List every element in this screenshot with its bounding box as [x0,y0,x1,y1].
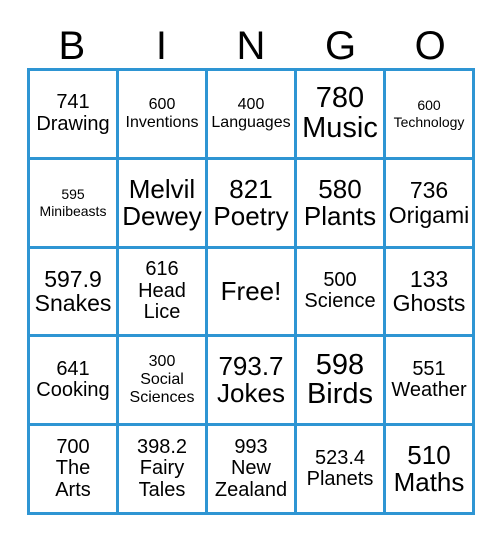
bingo-cell[interactable]: 600 Inventions [119,71,208,160]
bingo-cell-label: 597.9 Snakes [34,266,112,317]
bingo-cell[interactable]: 597.9 Snakes [30,248,119,338]
bingo-free-label: Free! [220,275,282,306]
bingo-cell[interactable]: Melvil Dewey [119,159,208,249]
bingo-cell-label: 523.4 Planets [306,446,374,491]
bingo-header-letter-b: B [58,24,86,68]
bingo-cell[interactable]: 400 Languages [208,71,297,160]
bingo-cell[interactable]: 641 Cooking [30,337,119,427]
bingo-cell[interactable]: 741 Drawing [30,71,119,160]
bingo-cell-label: 741 Drawing [36,91,110,135]
bingo-cell-label: 398.2 Fairy Tales [136,435,188,501]
bingo-cell[interactable]: 821 Poetry [208,159,297,249]
bingo-header-letter-n: N [236,24,266,68]
bingo-cell[interactable]: 580 Plants [297,159,386,249]
bingo-cell-label: 551 Weather [391,357,467,402]
bingo-cell[interactable]: 595 Minibeasts [30,159,119,249]
bingo-cell[interactable]: 600 Technology [386,71,475,160]
bingo-cell[interactable]: 700 The Arts [30,426,119,515]
bingo-cell-label: 580 Plants [303,173,377,231]
bingo-cell-label: 500 Science [304,268,376,313]
bingo-cell-label: 700 The Arts [55,435,91,501]
bingo-cell[interactable]: 736 Origami [386,159,475,249]
bingo-cell-label: 400 Languages [211,95,291,131]
bingo-cell[interactable]: 551 Weather [386,337,475,427]
bingo-free-cell[interactable]: Free! [208,248,297,338]
bingo-cell[interactable]: 398.2 Fairy Tales [119,426,208,515]
bingo-cell[interactable]: 510 Maths [386,426,475,515]
bingo-cell-label: 600 Technology [393,97,465,130]
bingo-cell-label: 600 Inventions [125,95,199,131]
bingo-cell-label: 616 Head Lice [138,258,186,324]
bingo-cell[interactable]: 133 Ghosts [386,248,475,338]
bingo-cell-label: 780 Music [302,82,378,144]
bingo-cell[interactable]: 500 Science [297,248,386,338]
bingo-header-row: B I N G O [27,16,475,68]
bingo-cell-label: 736 Origami [388,177,470,228]
bingo-cell[interactable]: 523.4 Planets [297,426,386,515]
bingo-cell-label: 300 Social Sciences [129,353,195,407]
bingo-cell[interactable]: 616 Head Lice [119,248,208,338]
bingo-cell-label: 595 Minibeasts [39,186,107,219]
bingo-cell-label: 793.7 Jokes [217,351,285,409]
bingo-cell-label: 598 Birds [306,348,374,411]
bingo-cell[interactable]: 793.7 Jokes [208,337,297,427]
bingo-grid: 741 Drawing 600 Inventions 400 Languages… [27,68,475,515]
bingo-cell[interactable]: 993 New Zealand [208,426,297,515]
bingo-cell-label: 510 Maths [393,440,465,498]
bingo-header-letter-o: O [414,24,446,68]
bingo-cell[interactable]: 300 Social Sciences [119,337,208,427]
bingo-card: B I N G O 741 Drawing 600 Inventions 400… [0,0,501,544]
bingo-cell-label: 641 Cooking [36,357,110,402]
bingo-cell-label: 133 Ghosts [392,266,466,317]
bingo-header-letter-g: G [325,24,357,68]
bingo-cell[interactable]: 598 Birds [297,337,386,427]
bingo-cell[interactable]: 780 Music [297,71,386,160]
bingo-cell-label: 821 Poetry [213,173,289,231]
bingo-header-letter-i: I [155,24,167,68]
bingo-cell-label: Melvil Dewey [122,173,202,231]
bingo-cell-label: 993 New Zealand [214,435,288,501]
